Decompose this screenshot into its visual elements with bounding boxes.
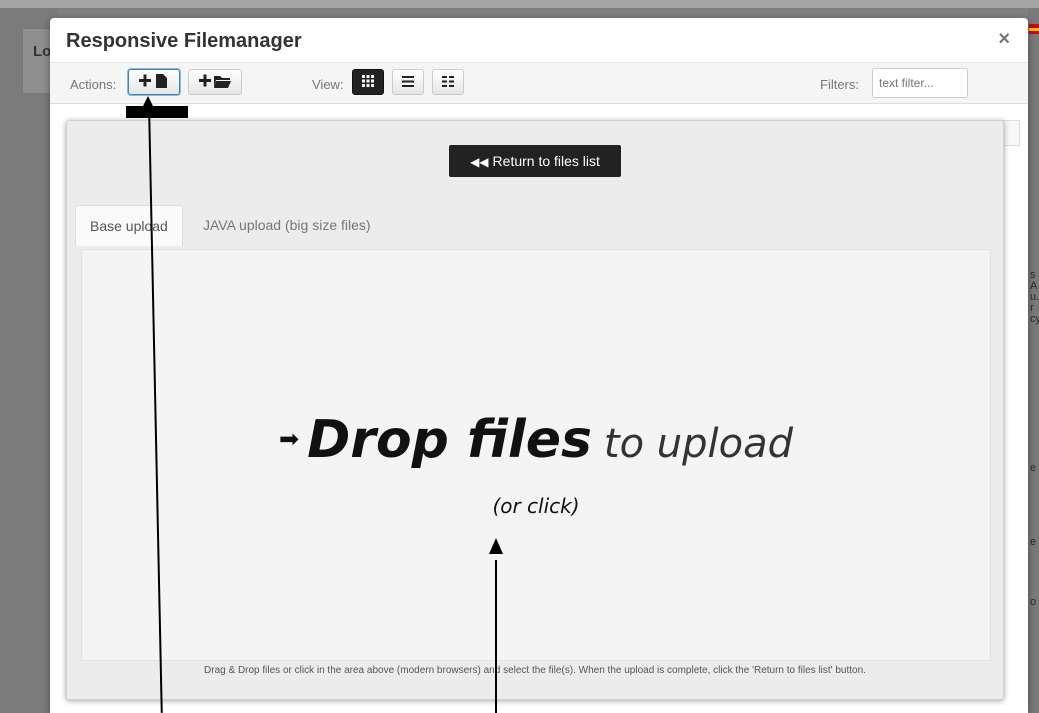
background-right-text: s A u. r cy (1030, 269, 1039, 325)
background-right-text-3: e (1030, 536, 1037, 548)
view-columns-button[interactable] (432, 69, 464, 95)
view-label: View: (312, 77, 344, 92)
return-to-files-button[interactable]: ◀◀ Return to files list (449, 145, 621, 177)
view-grid-button[interactable] (352, 69, 384, 95)
upload-panel: ◀◀ Return to files list Base upload JAVA … (66, 120, 1004, 700)
modal-title: Responsive Filemanager (66, 30, 302, 52)
close-button[interactable]: × (998, 28, 1010, 51)
arrow-right-icon: ➡ (278, 426, 300, 453)
background-login-label: Lo (33, 43, 52, 60)
dropzone[interactable]: ➡ Drop files to upload (or click) (81, 249, 991, 661)
background-right-text-2: e (1030, 462, 1037, 474)
filemanager-modal: Responsive Filemanager × Actions: View: … (50, 18, 1028, 713)
actions-label: Actions: (70, 77, 117, 92)
tab-base-upload[interactable]: Base upload (75, 205, 183, 246)
list-icon (402, 74, 414, 89)
grid-icon (362, 74, 374, 89)
spanish-flag-icon[interactable] (1029, 24, 1039, 34)
double-left-arrow-icon: ◀◀ (470, 155, 489, 169)
upload-help-text: Drag & Drop files or click in the area a… (204, 665, 866, 676)
drop-light-text: to upload (603, 421, 794, 467)
annotation-arrow-line-2 (495, 560, 497, 713)
annotation-bar (126, 106, 188, 118)
drop-subtext: (or click) (492, 494, 580, 518)
annotation-arrow-head-2 (489, 538, 503, 554)
drop-strong-text: Drop files (307, 410, 592, 470)
new-folder-button[interactable] (188, 69, 242, 95)
return-label: Return to files list (492, 153, 600, 169)
drop-message: ➡ Drop files to upload (82, 410, 990, 470)
annotation-arrow-head-1 (141, 96, 155, 110)
tab-java-upload[interactable]: JAVA upload (big size files) (189, 205, 385, 245)
plus-file-icon (138, 74, 170, 89)
plus-folder-icon (198, 74, 232, 89)
background-right-text-4: o (1030, 596, 1037, 608)
filter-input[interactable] (872, 68, 968, 98)
columns-list-icon (442, 74, 454, 89)
filters-label: Filters: (820, 77, 859, 92)
view-list-button[interactable] (392, 69, 424, 95)
background-top-bar (0, 0, 1039, 8)
upload-file-button[interactable] (128, 69, 180, 95)
